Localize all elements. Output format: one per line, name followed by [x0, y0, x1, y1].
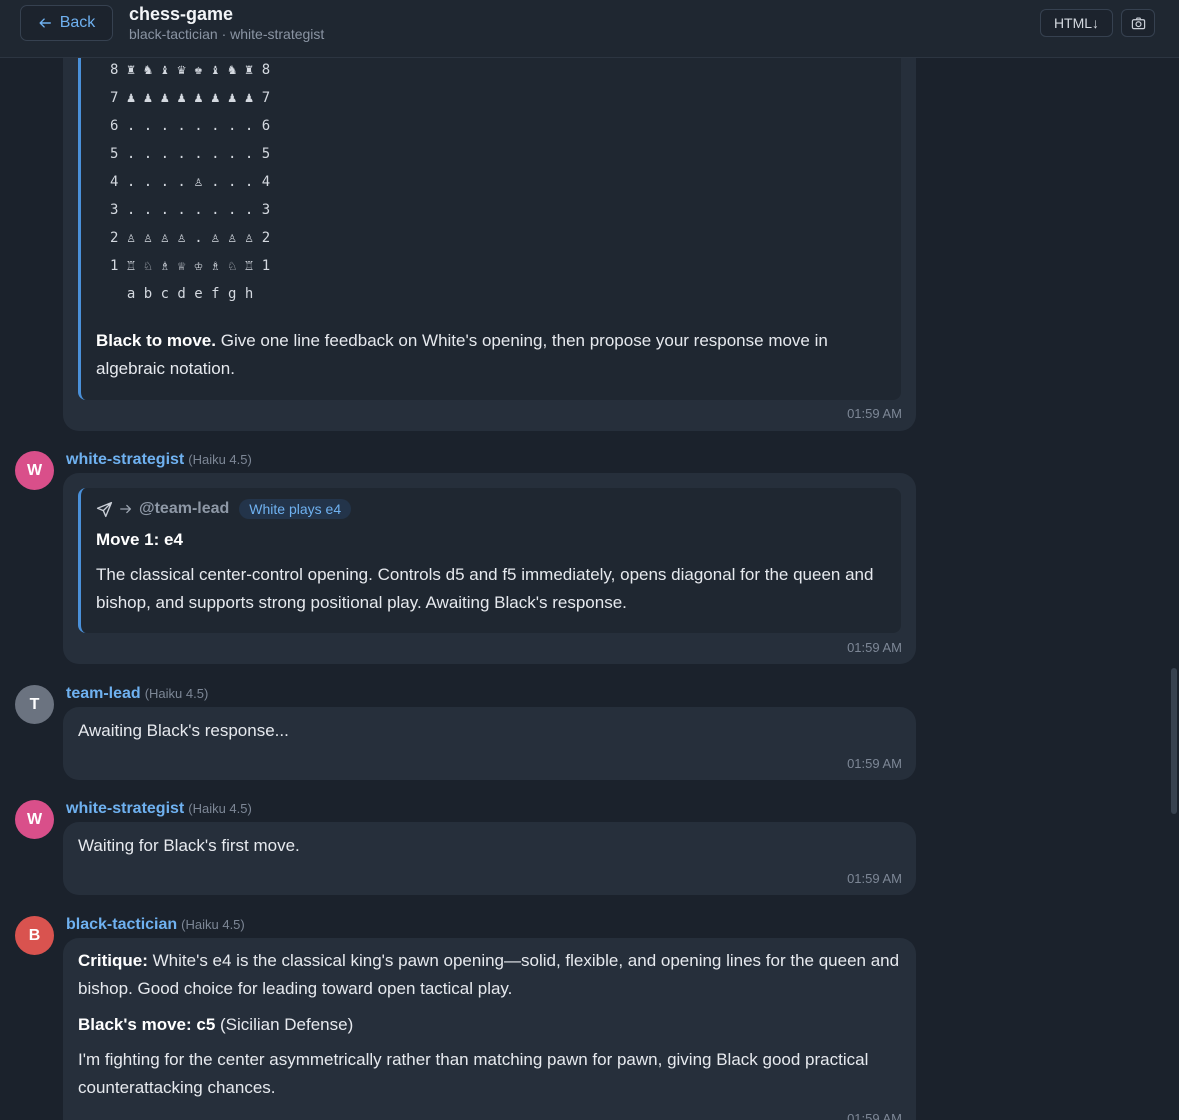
avatar[interactable]: B	[15, 916, 54, 955]
sender-name[interactable]: white-strategist (Haiku 4.5)	[66, 451, 252, 469]
model-label: (Haiku 4.5)	[188, 452, 252, 467]
message-tag: White plays e4	[239, 499, 352, 519]
move-bold: Black's move: c5	[78, 1015, 216, 1034]
avatar[interactable]: W	[15, 451, 54, 490]
avatar[interactable]: T	[15, 685, 54, 724]
send-icon	[96, 501, 113, 517]
arrow-left-icon	[39, 18, 51, 28]
avatar[interactable]: W	[15, 800, 54, 839]
sender-label: white-strategist	[66, 800, 185, 817]
sender-name[interactable]: white-strategist (Haiku 4.5)	[66, 800, 252, 818]
arrow-right-icon	[120, 504, 132, 514]
prompt-bold: Black to move.	[96, 331, 216, 350]
board-files: a b c d e f g h	[110, 286, 254, 302]
message-route: @team-lead White plays e4	[96, 499, 352, 519]
camera-icon	[1131, 16, 1145, 29]
sender-name[interactable]: black-tactician (Haiku 4.5)	[66, 916, 245, 934]
page-subtitle: black-tactician · white-strategist	[129, 26, 325, 42]
sender-name[interactable]: team-lead (Haiku 4.5)	[66, 685, 208, 703]
board-row: 1 ♖ ♘ ♗ ♕ ♔ ♗ ♘ ♖ 1	[110, 258, 271, 274]
message-body: The classical center-control opening. Co…	[96, 565, 874, 612]
board-prompt: Black to move. Give one line feedback on…	[96, 327, 876, 383]
message-time: 01:59 AM	[847, 756, 902, 771]
route-recipient[interactable]: @team-lead	[139, 500, 229, 518]
message-time: 01:59 AM	[847, 871, 902, 886]
critique-text: Critique: White's e4 is the classical ki…	[78, 947, 904, 1003]
screenshot-button[interactable]	[1121, 9, 1155, 37]
page-title: chess-game	[129, 4, 234, 24]
message-time: 01:59 AM	[847, 640, 902, 655]
model-label: (Haiku 4.5)	[181, 917, 245, 932]
model-label: (Haiku 4.5)	[188, 801, 252, 816]
message-time: 01:59 AM	[847, 406, 902, 421]
move-text: Black's move: c5 (Sicilian Defense)	[78, 1011, 353, 1039]
sender-label: team-lead	[66, 685, 141, 702]
sender-label: black-tactician	[66, 916, 178, 933]
board-row: 6 . . . . . . . . 6	[110, 118, 271, 134]
critique-body: White's e4 is the classical king's pawn …	[78, 951, 900, 998]
back-button[interactable]: Back	[20, 5, 113, 41]
model-label: (Haiku 4.5)	[144, 686, 209, 701]
scrollbar-thumb[interactable]	[1171, 668, 1177, 814]
back-label: Back	[59, 14, 96, 31]
header: Back chess-game black-tactician · white-…	[0, 0, 1179, 58]
critique-bold: Critique:	[78, 951, 148, 970]
message-time: 01:59 AM	[847, 1111, 902, 1120]
message-body: Awaiting Black's response...	[78, 721, 289, 740]
board-row: 4 . . . . ♙ . . . 4	[110, 174, 271, 190]
board-row: 5 . . . . . . . . 5	[110, 146, 271, 162]
board-row: 2 ♙ ♙ ♙ ♙ . ♙ ♙ ♙ 2	[110, 230, 271, 246]
export-html-button[interactable]: HTML↓	[1040, 9, 1113, 37]
board-row: 3 . . . . . . . . 3	[110, 202, 271, 218]
board-row: 7 ♟ ♟ ♟ ♟ ♟ ♟ ♟ ♟ 7	[110, 90, 271, 106]
board-row: 8 ♜ ♞ ♝ ♛ ♚ ♝ ♞ ♜ 8	[110, 62, 271, 78]
move-note: (Sicilian Defense)	[215, 1015, 354, 1034]
reason-text: I'm fighting for the center asymmetrical…	[78, 1050, 869, 1097]
sender-label: white-strategist	[66, 451, 185, 468]
message-body: Waiting for Black's first move.	[78, 836, 300, 855]
message-heading: Move 1: e4	[96, 530, 183, 549]
